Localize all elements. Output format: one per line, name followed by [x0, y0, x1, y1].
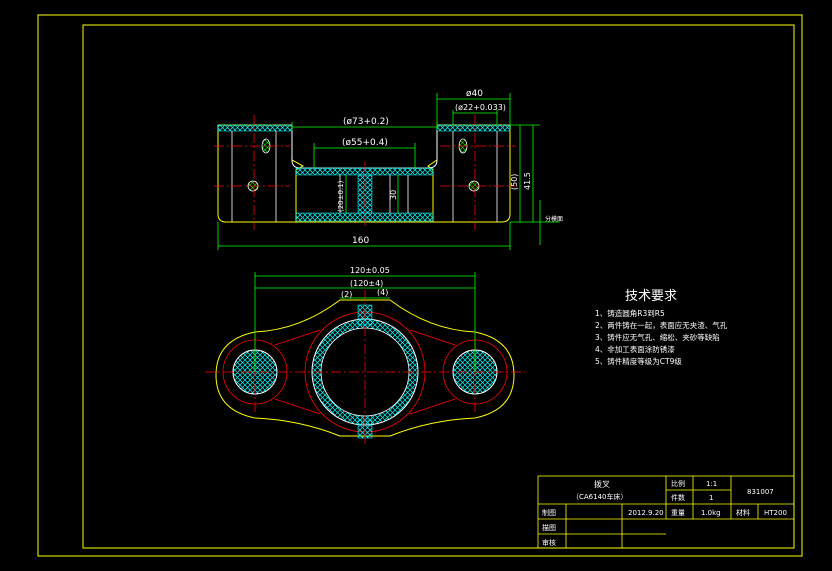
scale-value: 1:1: [706, 480, 717, 488]
tech-item-5: 5、铸件精度等级为CT9级: [595, 356, 682, 366]
dim-dia-40: ø40: [466, 89, 483, 99]
dim-120a: 120±0.05: [350, 266, 390, 275]
dim-dia-22: (ø22+0.033): [455, 103, 506, 112]
tech-item-4: 4、非加工表面涂防锈漆: [595, 344, 675, 354]
checker-label: 审核: [542, 538, 556, 547]
weight-value: 1.0kg: [701, 509, 721, 517]
designer-label: 描图: [542, 523, 556, 532]
dim-41-5: 41.5: [523, 172, 532, 190]
dim-30: 30: [389, 190, 398, 200]
drawing-frame: [37, 14, 803, 557]
drawing-number: 831007: [747, 488, 774, 496]
material-label: 材料: [736, 508, 750, 517]
title-block: [537, 475, 795, 549]
scale-label: 比例: [671, 479, 685, 488]
material-value: HT200: [764, 509, 787, 517]
dim-160: 160: [352, 236, 369, 246]
weight-label: 重量: [671, 509, 685, 517]
dim-20: (20±0.1): [337, 180, 345, 212]
mark-4: (4): [377, 288, 388, 297]
tech-requirements: 技术要求 1、铸造圆角R3到R5 2、两件铸在一起，表面应无夹渣、气孔 3、铸件…: [595, 289, 728, 366]
qty-value: 1: [709, 494, 713, 502]
tech-item-1: 1、铸造圆角R3到R5: [595, 308, 665, 318]
tech-item-2: 2、两件铸在一起，表面应无夹渣、气孔: [595, 320, 728, 330]
machine-model: （CA6140车床）: [572, 492, 628, 501]
dim-50: (50): [510, 174, 519, 190]
tech-title: 技术要求: [625, 289, 677, 304]
tech-item-3: 3、铸件应无气孔、缩松、夹砂等缺陷: [595, 332, 720, 342]
front-view: [214, 115, 516, 230]
cad-drawing: ø40 (ø22+0.033) (ø73+0.2) (ø55+0.4) (50)…: [37, 14, 803, 557]
part-name: 拨叉: [594, 479, 610, 489]
drawing-date: 2012.9.20: [628, 509, 664, 517]
title-block-text: 拨叉 （CA6140车床） 比例 1:1 件数 1 831007 制图 2012…: [542, 479, 787, 547]
parting-surface-note: 分模面: [545, 215, 563, 223]
dim-dia-55: (ø55+0.4): [342, 138, 388, 148]
qty-label: 件数: [671, 493, 685, 502]
dim-120b: (120±4): [350, 279, 383, 288]
dim-dia-73: (ø73+0.2): [343, 117, 389, 127]
drafter-label: 制图: [542, 508, 556, 517]
mark-2: (2): [341, 290, 352, 299]
top-view: [205, 272, 525, 445]
